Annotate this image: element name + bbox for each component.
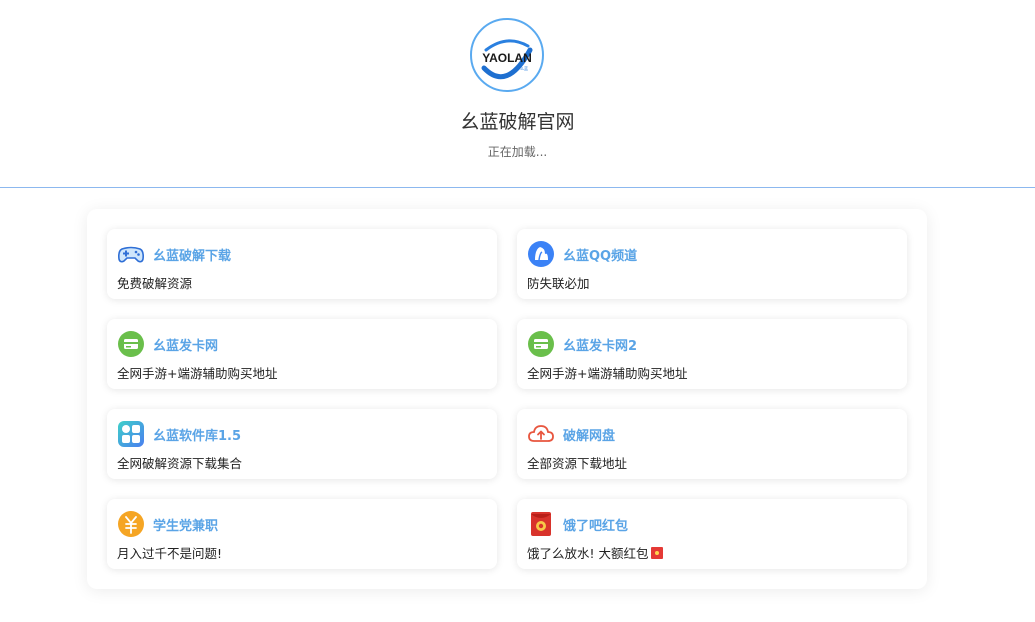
card-title: 破解网盘 bbox=[563, 429, 616, 444]
card-shop-icon bbox=[117, 330, 145, 358]
card-cloud-drive[interactable]: 破解网盘 全部资源下载地址 bbox=[517, 409, 907, 479]
card-desc: 防失联必加 bbox=[527, 276, 590, 291]
card-desc: 月入过千不是问题! bbox=[117, 546, 223, 561]
card-title: 幺蓝发卡网2 bbox=[563, 339, 638, 354]
red-envelope-icon bbox=[527, 510, 555, 538]
card-desc-text: 饿了么放水! 大额红包 bbox=[527, 546, 649, 561]
card-desc: 全部资源下载地址 bbox=[527, 456, 628, 471]
card-eleme-redpacket[interactable]: 饿了吧红包 饿了么放水! 大额红包 bbox=[517, 499, 907, 569]
logo-text: YAOLAN bbox=[482, 51, 532, 65]
header: YAOLAN 么蓝 幺蓝破解官网 正在加载... bbox=[0, 0, 1035, 188]
site-logo[interactable]: YAOLAN 么蓝 bbox=[470, 18, 544, 92]
card-shop-icon bbox=[527, 330, 555, 358]
red-envelope-emoji-icon bbox=[650, 547, 663, 559]
card-desc: 全网手游+端游辅助购买地址 bbox=[527, 366, 688, 381]
card-app-library[interactable]: 幺蓝软件库1.5 全网破解资源下载集合 bbox=[107, 409, 497, 479]
site-title: 幺蓝破解官网 bbox=[460, 111, 575, 133]
card-qq-channel[interactable]: 幺蓝QQ频道 防失联必加 bbox=[517, 229, 907, 299]
card-card-shop[interactable]: 幺蓝发卡网 全网手游+端游辅助购买地址 bbox=[107, 319, 497, 389]
card-title: 饿了吧红包 bbox=[563, 519, 629, 534]
cloud-upload-icon bbox=[527, 420, 555, 448]
card-crack-download[interactable]: 幺蓝破解下载 免费破解资源 bbox=[107, 229, 497, 299]
logo-subtext: 么蓝 bbox=[520, 65, 528, 71]
loading-text: 正在加载... bbox=[487, 145, 548, 159]
links-panel: 幺蓝破解下载 免费破解资源 幺蓝QQ频道 防失联必加 幺蓝发卡网 全网手游+端游… bbox=[87, 209, 927, 589]
header-divider bbox=[0, 187, 1035, 188]
app-library-icon bbox=[117, 420, 145, 448]
logo-graphic: YAOLAN 么蓝 bbox=[481, 39, 533, 80]
card-title: 学生党兼职 bbox=[153, 519, 219, 534]
card-title: 幺蓝软件库1.5 bbox=[153, 429, 242, 444]
card-desc: 免费破解资源 bbox=[117, 276, 193, 291]
card-title: 幺蓝破解下载 bbox=[153, 249, 232, 264]
gamepad-icon bbox=[117, 240, 145, 268]
qq-channel-icon bbox=[527, 240, 555, 268]
card-desc: 饿了么放水! 大额红包 bbox=[527, 543, 663, 562]
yuan-coin-icon bbox=[117, 510, 145, 538]
card-title: 幺蓝发卡网 bbox=[153, 339, 219, 354]
card-student-job[interactable]: 学生党兼职 月入过千不是问题! bbox=[107, 499, 497, 569]
card-title: 幺蓝QQ频道 bbox=[563, 249, 638, 264]
card-desc: 全网手游+端游辅助购买地址 bbox=[117, 366, 278, 381]
card-desc: 全网破解资源下载集合 bbox=[117, 456, 243, 471]
card-card-shop-2[interactable]: 幺蓝发卡网2 全网手游+端游辅助购买地址 bbox=[517, 319, 907, 389]
